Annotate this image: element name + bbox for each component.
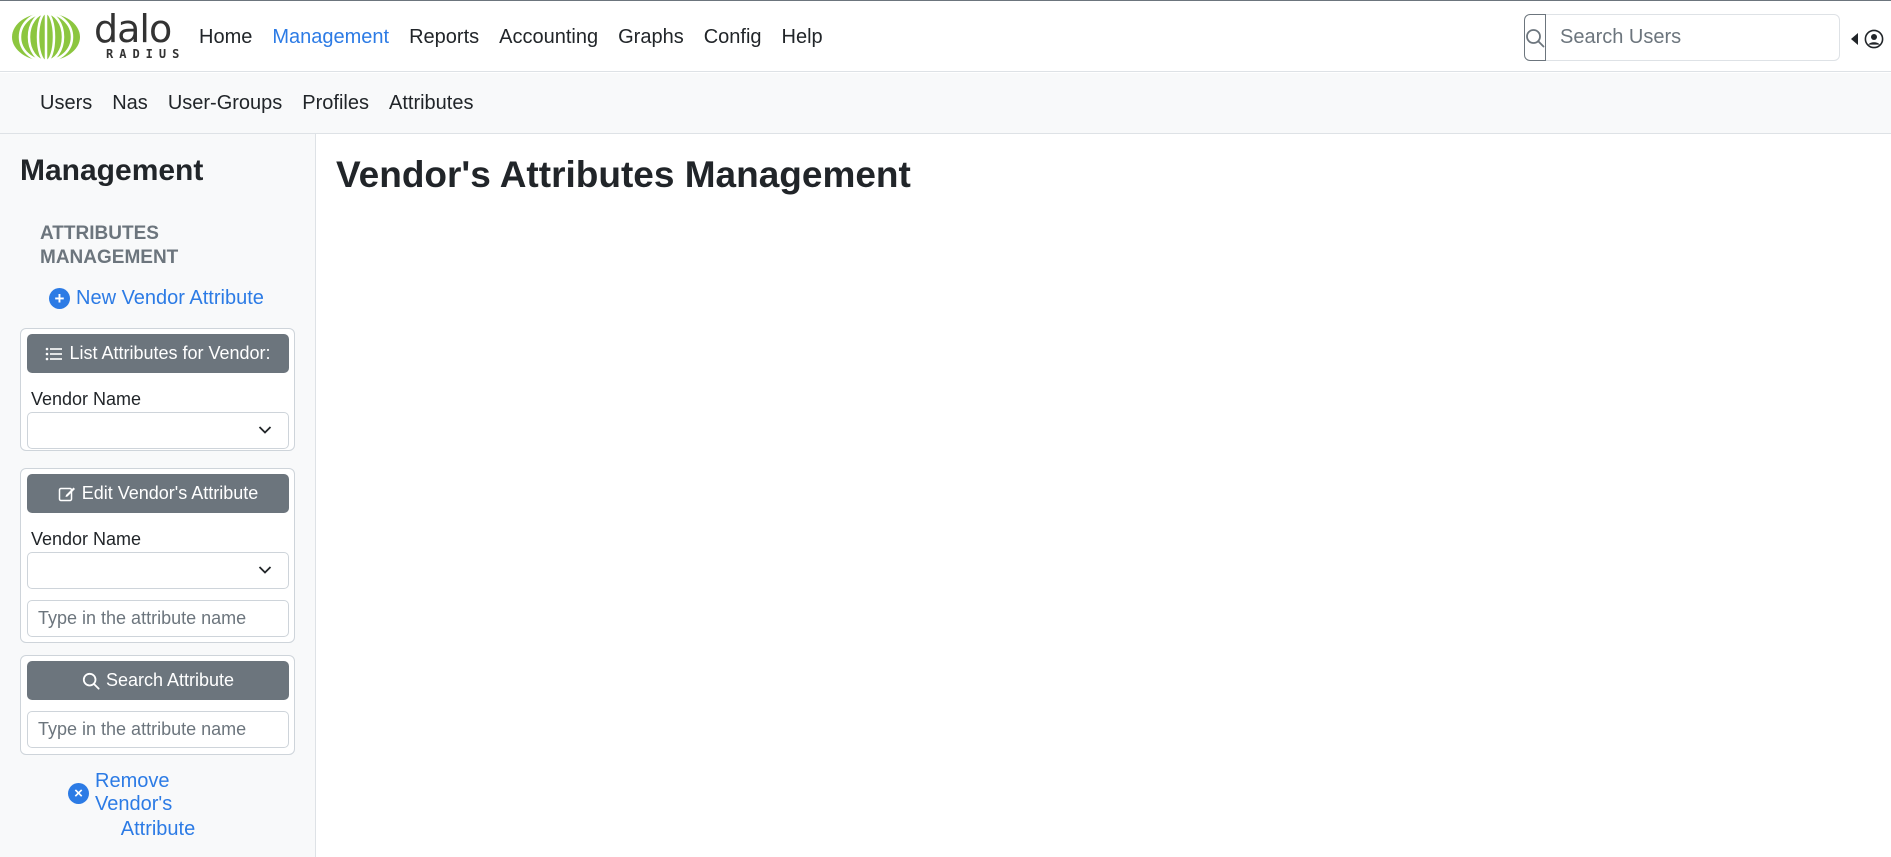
search-group <box>1524 14 1840 61</box>
user-menu-toggle[interactable] <box>1851 29 1884 49</box>
edit-attribute-label: Edit Vendor's Attribute <box>81 483 259 503</box>
subnav-user-groups[interactable]: User-Groups <box>158 92 292 115</box>
list-icon <box>46 347 63 360</box>
search-attribute-button[interactable]: Search Attribute <box>27 661 289 700</box>
remove-link-line2: Attribute <box>120 818 196 840</box>
sidebar-title: Management <box>20 154 204 187</box>
remove-link-line1: Remove Vendor's <box>95 770 173 815</box>
sub-navbar: Users Nas User-Groups Profiles Attribute… <box>0 73 1891 134</box>
subnav-attributes[interactable]: Attributes <box>379 92 483 115</box>
search-button[interactable] <box>1524 14 1546 61</box>
caret-left-icon <box>1851 33 1858 45</box>
nav-home[interactable]: Home <box>189 26 262 49</box>
search-attribute-card: Search Attribute <box>20 655 295 755</box>
main-nav: Home Management Reports Accounting Graph… <box>189 1 833 73</box>
top-navbar: dalo RADIUS Home Management Reports Acco… <box>0 0 1891 72</box>
nav-accounting[interactable]: Accounting <box>489 26 608 49</box>
edit-vendor-select[interactable] <box>27 552 289 589</box>
edit-icon <box>58 487 75 501</box>
nav-management[interactable]: Management <box>262 26 399 49</box>
vendor-name-label: Vendor Name <box>31 389 142 409</box>
search-icon <box>82 672 100 690</box>
subnav-users[interactable]: Users <box>30 92 102 115</box>
sidebar-section-heading: ATTRIBUTES MANAGEMENT <box>40 223 179 268</box>
daloradius-logo[interactable]: dalo RADIUS <box>10 7 180 63</box>
new-vendor-attribute-link[interactable]: + New Vendor Attribute <box>49 287 264 310</box>
edit-attribute-name-input[interactable] <box>27 600 289 637</box>
list-attributes-button[interactable]: List Attributes for Vendor: <box>27 334 289 373</box>
user-circle-icon <box>1864 29 1884 49</box>
nav-graphs[interactable]: Graphs <box>608 26 694 49</box>
nav-config[interactable]: Config <box>694 26 772 49</box>
remove-link-line1-wrap: × Remove Vendor's <box>68 770 248 816</box>
plus-circle-icon: + <box>49 288 70 309</box>
nav-help[interactable]: Help <box>772 26 833 49</box>
nav-reports[interactable]: Reports <box>399 26 489 49</box>
subnav-nas[interactable]: Nas <box>102 92 158 115</box>
sidebar: Management ATTRIBUTES MANAGEMENT + New V… <box>0 134 316 857</box>
new-vendor-attribute-label: New Vendor Attribute <box>76 287 264 309</box>
search-users-input[interactable] <box>1546 14 1840 61</box>
logo-subtext: RADIUS <box>106 47 186 61</box>
list-vendor-select[interactable] <box>27 412 289 449</box>
edit-attribute-card: Edit Vendor's Attribute Vendor Name <box>20 468 295 643</box>
search-attribute-label: Search Attribute <box>105 670 235 690</box>
chevron-down-icon <box>258 426 272 434</box>
subnav-profiles[interactable]: Profiles <box>292 92 379 115</box>
list-attributes-card: List Attributes for Vendor: Vendor Name <box>20 328 295 451</box>
edit-vendor-name-label: Vendor Name <box>31 529 142 549</box>
chevron-down-icon <box>258 566 272 574</box>
search-attribute-name-input[interactable] <box>27 711 289 748</box>
list-attributes-label: List Attributes for Vendor: <box>69 343 271 363</box>
edit-attribute-button[interactable]: Edit Vendor's Attribute <box>27 474 289 513</box>
search-icon <box>1526 28 1545 47</box>
logo-text: dalo <box>94 7 172 51</box>
page-title: Vendor's Attributes Management <box>336 154 911 195</box>
x-circle-icon: × <box>68 782 89 804</box>
remove-vendor-attribute-link[interactable]: × Remove Vendor's Attribute <box>68 770 248 841</box>
